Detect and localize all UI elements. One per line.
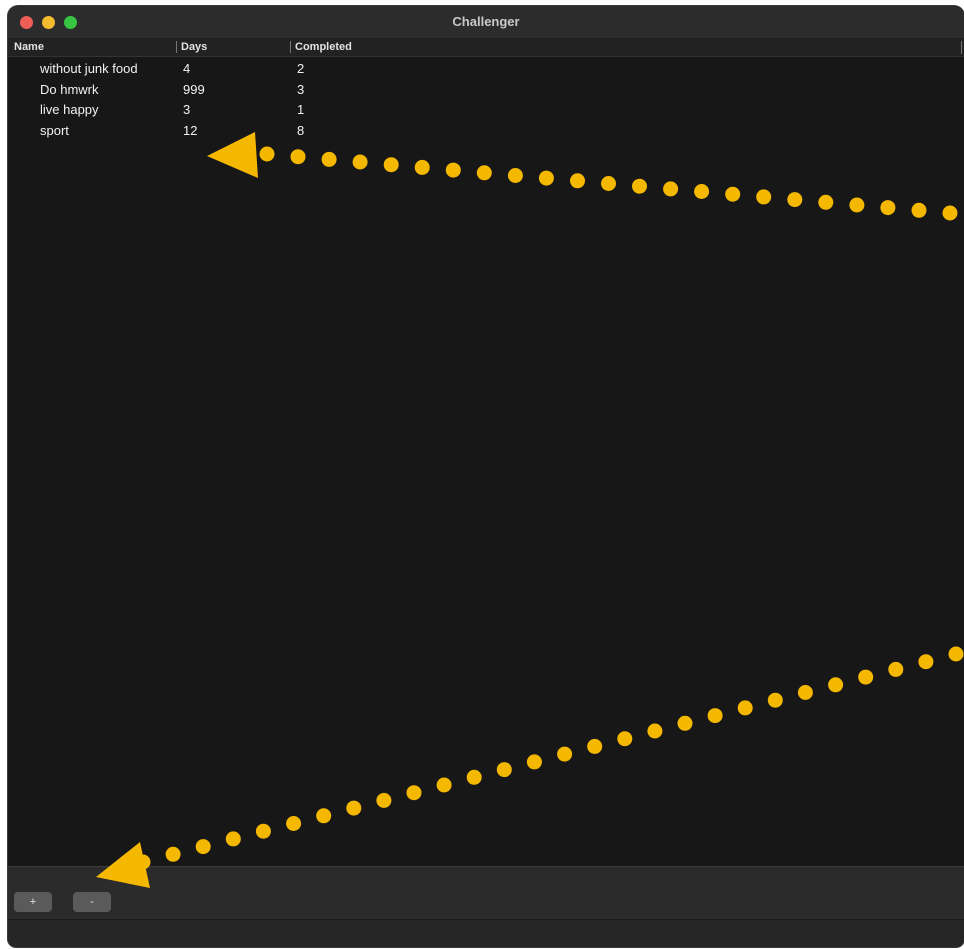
cell-name: live happy (40, 102, 99, 117)
remove-button[interactable]: - (73, 892, 111, 912)
table-row[interactable]: Do hmwrk 999 3 (8, 80, 964, 101)
column-divider (961, 41, 962, 54)
table-header: Name Days Completed (8, 39, 964, 57)
cell-completed: 2 (297, 61, 305, 76)
app-window: Challenger Name Days Completed without j… (8, 6, 964, 947)
cell-completed: 1 (297, 102, 305, 117)
column-header-name[interactable]: Name (14, 41, 44, 53)
cell-days: 4 (183, 61, 191, 76)
cell-days: 3 (183, 102, 191, 117)
cell-name: without junk food (40, 61, 138, 76)
column-header-days[interactable]: Days (176, 41, 207, 53)
cell-completed: 3 (297, 81, 305, 97)
table-row[interactable]: without junk food 4 2 (8, 59, 964, 80)
bottom-toolbar: + - (8, 866, 964, 919)
cell-days: 999 (183, 81, 205, 97)
window-title: Challenger (452, 14, 520, 29)
add-button[interactable]: + (14, 892, 52, 912)
column-header-completed[interactable]: Completed (290, 41, 352, 53)
cell-days: 12 (183, 122, 198, 138)
window-footer (8, 919, 964, 947)
table-body: without junk food 4 2 Do hmwrk 999 3 liv… (8, 59, 964, 141)
table-row[interactable]: sport 12 8 (8, 121, 964, 142)
cell-completed: 8 (297, 122, 305, 138)
title-bar[interactable]: Challenger (8, 6, 964, 39)
table-row[interactable]: live happy 3 1 (8, 100, 964, 121)
cell-name: sport (40, 122, 69, 138)
cell-name: Do hmwrk (40, 81, 99, 97)
